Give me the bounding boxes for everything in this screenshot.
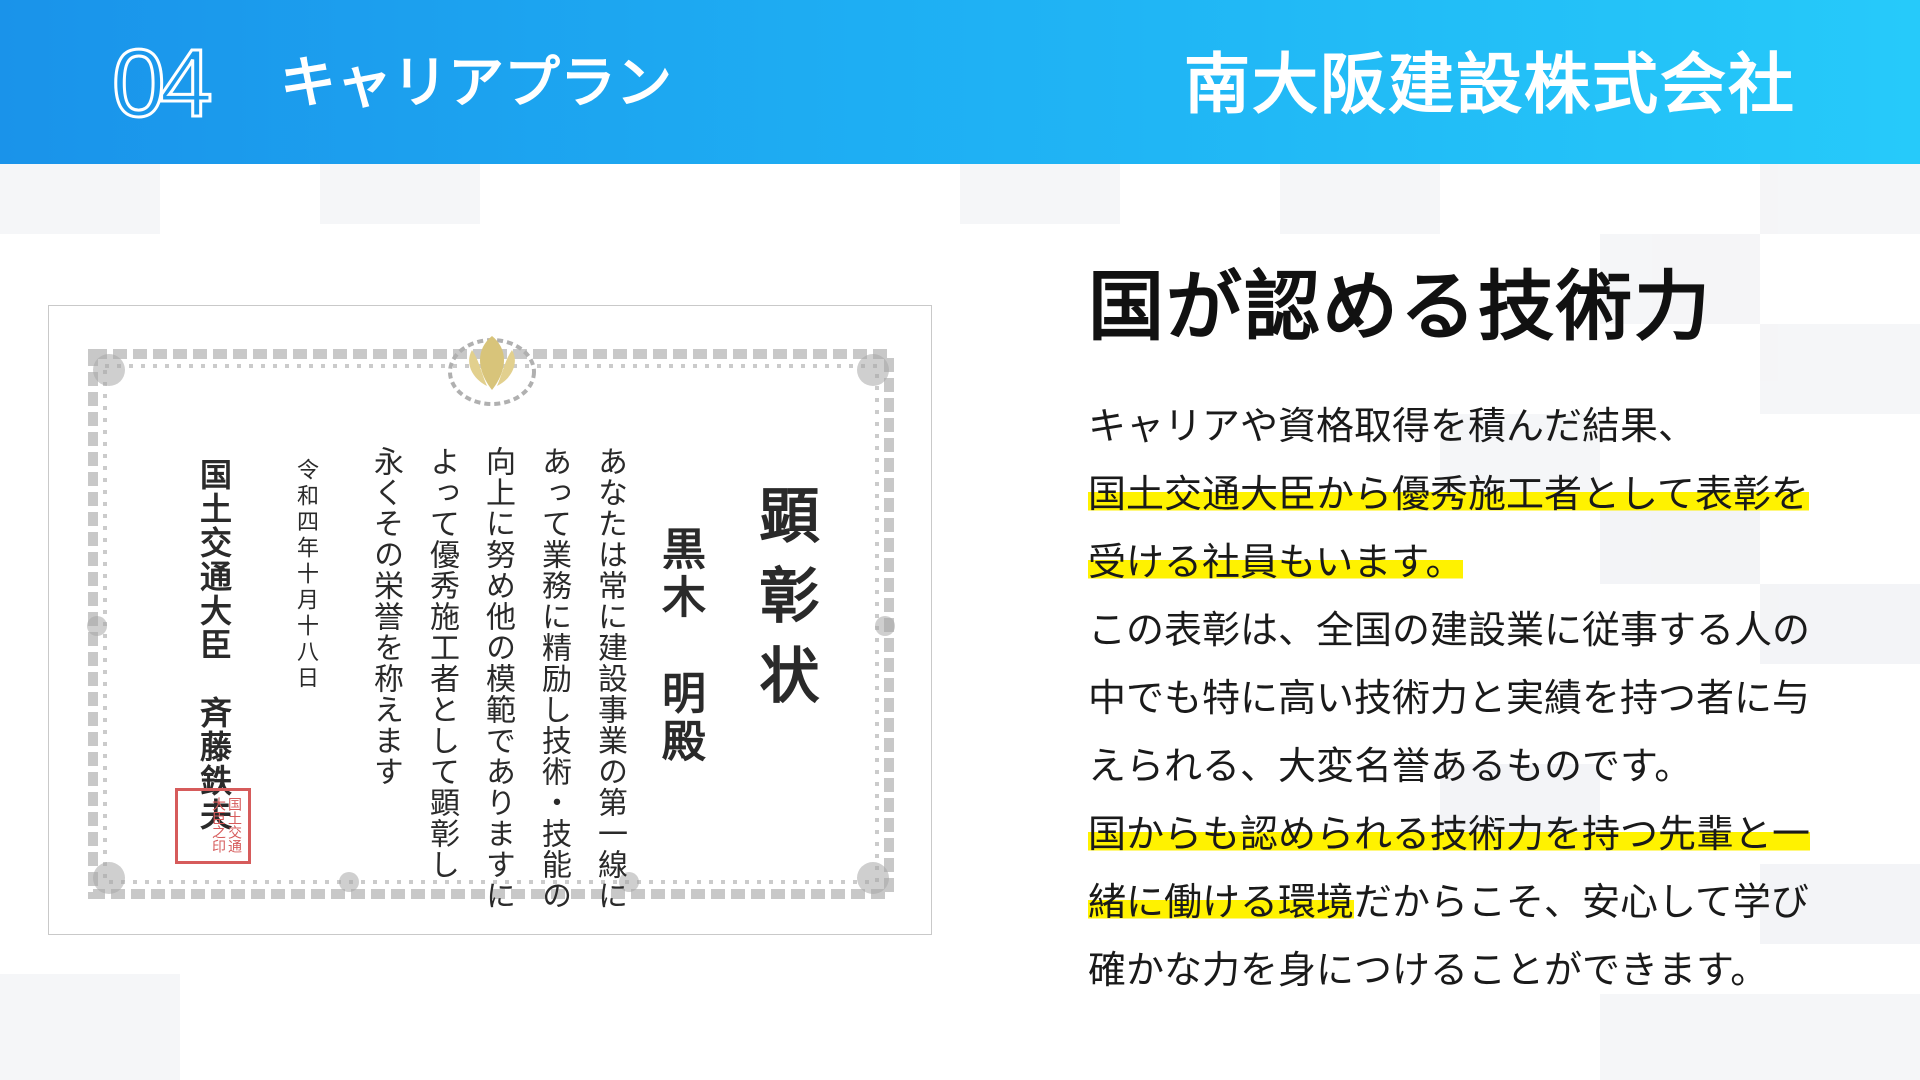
- highlighted-text: 受ける社員もいます。: [1088, 540, 1464, 584]
- content-heading: 国が認める技術力: [1088, 262, 1712, 351]
- section-title: キャリアプラン: [280, 51, 672, 116]
- section-number: 04: [111, 29, 215, 139]
- certificate-body-line: 永くその栄誉を称えます: [368, 446, 403, 787]
- paragraph-line: えられる、大変名誉あるものです。: [1088, 732, 1868, 800]
- certificate-signatory: 国土交通大臣 斉藤鉄夫: [195, 458, 233, 832]
- certificate-recipient: 黒木 明殿: [654, 526, 705, 766]
- certificate-date: 令和四年十月十八日: [293, 458, 318, 692]
- certificate-body-line: よって優秀施工者として顕彰し: [424, 446, 459, 880]
- paragraph-line: この表彰は、全国の建設業に従事する人の: [1088, 596, 1868, 664]
- certificate-title: 顕彰状: [749, 484, 819, 724]
- paragraph-text: 中でも特に高い技術力と実績を持つ者に与: [1088, 676, 1811, 720]
- paragraph-line: キャリアや資格取得を積んだ結果、: [1088, 392, 1868, 460]
- official-seal: 国土交通大臣之印: [175, 788, 251, 864]
- header-bar: 04 キャリアプラン 南大阪建設株式会社: [0, 0, 1920, 164]
- highlighted-text: 緒に働ける環境: [1088, 880, 1355, 924]
- certificate-body-line: あって業務に精励し技術・技能の: [536, 446, 571, 911]
- paragraph-text: 確かな力を身につけることができます。: [1088, 948, 1769, 992]
- paragraph-text: えられる、大変名誉あるものです。: [1088, 744, 1693, 788]
- certificate-image: 顕彰状 黒木 明殿 あなたは常に建設事業の第一線に あって業務に精励し技術・技能…: [48, 305, 932, 935]
- paragraph-line: 確かな力を身につけることができます。: [1088, 936, 1868, 1004]
- paragraph-line: 国土交通大臣から優秀施工者として表彰を: [1088, 460, 1868, 528]
- company-name: 南大阪建設株式会社: [1184, 46, 1796, 123]
- paragraph-line: 中でも特に高い技術力と実績を持つ者に与: [1088, 664, 1868, 732]
- crest-emblem: [448, 336, 536, 406]
- highlighted-text: 国土交通大臣から優秀施工者として表彰を: [1088, 472, 1809, 516]
- paragraph-line: 受ける社員もいます。: [1088, 528, 1868, 596]
- certificate-body-line: 向上に努め他の模範でありますに: [480, 446, 515, 911]
- highlighted-text: 国からも認められる技術力を持つ先輩と一: [1088, 812, 1811, 856]
- paragraph-text: この表彰は、全国の建設業に従事する人の: [1088, 608, 1811, 652]
- paragraph-text: キャリアや資格取得を積んだ結果、: [1088, 404, 1697, 448]
- paragraph-line: 緒に働ける環境だからこそ、安心して学び: [1088, 868, 1868, 936]
- paragraph-line: 国からも認められる技術力を持つ先輩と一: [1088, 800, 1868, 868]
- content-paragraph: キャリアや資格取得を積んだ結果、国土交通大臣から優秀施工者として表彰を 受ける社員…: [1088, 392, 1868, 1004]
- certificate-body-line: あなたは常に建設事業の第一線に: [592, 446, 627, 911]
- paragraph-text: だからこそ、安心して学び: [1354, 880, 1809, 924]
